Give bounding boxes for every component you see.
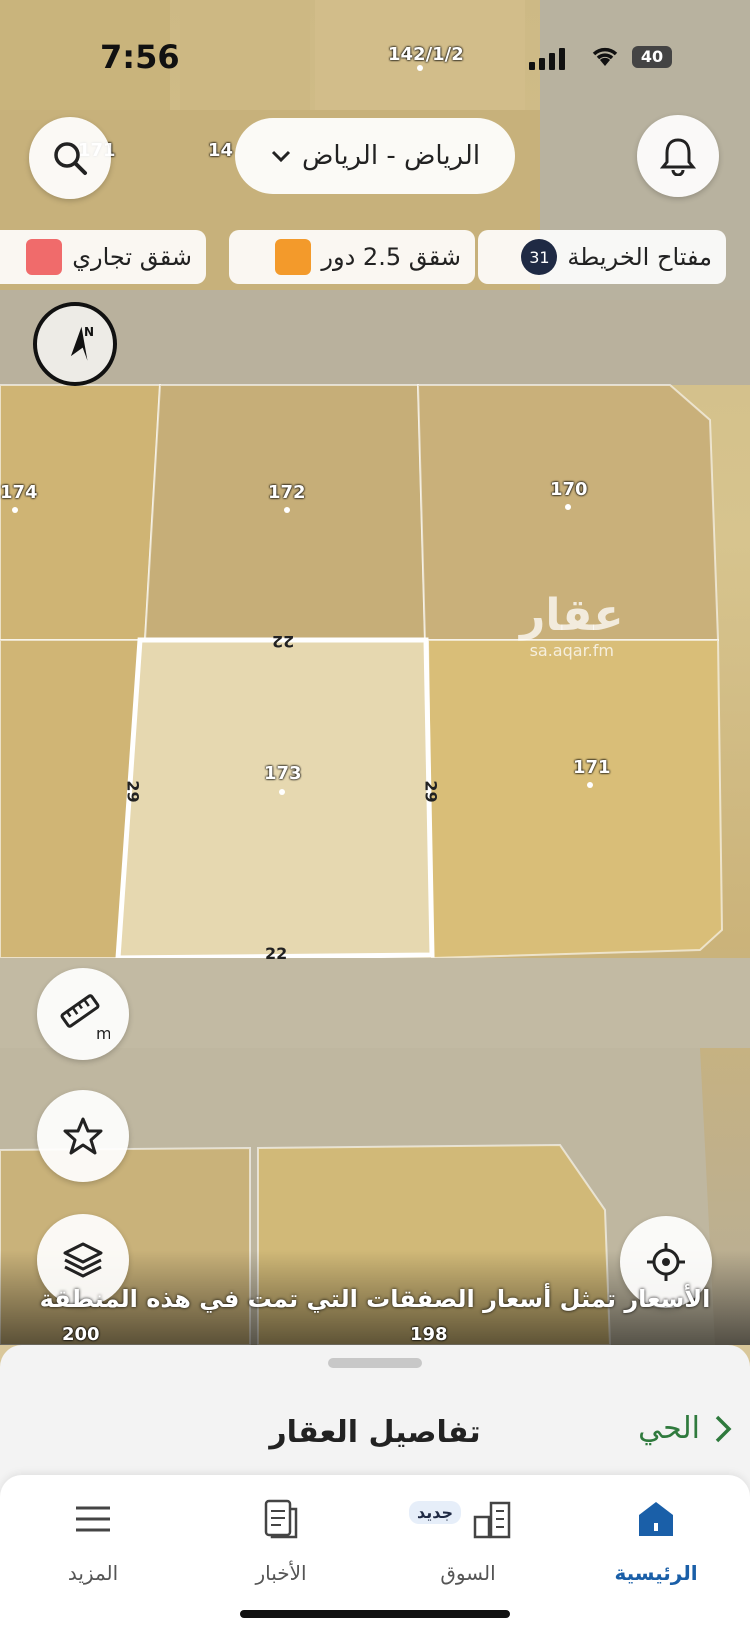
plot-label: 174 [0, 482, 38, 503]
news-icon [264, 1499, 298, 1539]
price-note: الأسعار تمثل أسعار الصفقات التي تمت في ه… [39, 1285, 711, 1313]
plot-label: 14 [208, 140, 234, 161]
legend-swatch [26, 239, 63, 275]
search-button[interactable] [29, 117, 111, 199]
plot-label: 171 [573, 757, 611, 778]
legend-label: شقق 2.5 دور [321, 243, 461, 271]
new-badge: جديد [409, 1501, 462, 1524]
notifications-button[interactable] [637, 115, 719, 197]
favorites-button[interactable] [37, 1090, 129, 1182]
dimension-top: 22 [272, 632, 295, 651]
chevron-down-icon [271, 150, 291, 163]
plot-dot [284, 507, 290, 513]
tab-label: السوق [440, 1561, 496, 1585]
selected-parcel[interactable] [115, 637, 435, 961]
ruler-icon: m [60, 994, 110, 1041]
plot-label: 170 [550, 479, 588, 500]
plot-label: 172 [268, 482, 306, 503]
measure-button[interactable]: m [37, 968, 129, 1060]
tab-market[interactable]: جديد السوق [393, 1497, 543, 1585]
parcel [426, 639, 724, 960]
status-bar: 7:56 40 [0, 0, 750, 110]
dimension-left: 29 [123, 780, 143, 803]
legend-apartments-2-5-floors[interactable]: شقق 2.5 دور [229, 230, 475, 284]
legend-swatch [275, 239, 312, 275]
plot-label: 198 [410, 1324, 448, 1345]
plot-dot [12, 507, 18, 513]
watermark: عقار sa.aqar.fm [520, 590, 624, 660]
legend-label: شقق تجاري [72, 243, 192, 271]
home-icon [639, 1502, 673, 1536]
bell-icon [660, 138, 696, 176]
legend-count: 31 [521, 239, 558, 275]
compass-letter: N [84, 325, 94, 339]
parcel [143, 384, 427, 641]
plot-label: 173 [264, 763, 302, 784]
tab-label: الأخبار [255, 1561, 307, 1585]
plot-label: 200 [62, 1324, 100, 1345]
sheet-grab-handle[interactable] [328, 1358, 422, 1368]
plot-dot [279, 789, 285, 795]
legend-map-key[interactable]: مفتاح الخريطة 31 [478, 230, 726, 284]
watermark-url: sa.aqar.fm [529, 641, 614, 660]
tab-bar: الرئيسية جديد السوق الأخبار المزيد [0, 1475, 750, 1630]
tab-label: المزيد [67, 1561, 119, 1585]
compass-icon: N [70, 325, 94, 361]
status-time: 7:56 [100, 38, 180, 76]
buildings-icon [473, 1501, 511, 1539]
tab-label: الرئيسية [614, 1561, 698, 1585]
legend-commercial-apartments[interactable]: شقق تجاري [0, 230, 206, 284]
signal-icon [529, 48, 565, 70]
crosshair-icon [647, 1243, 685, 1281]
district-link[interactable]: الحي [638, 1411, 732, 1446]
ruler-unit: m [96, 1024, 110, 1041]
legend-label: مفتاح الخريطة [567, 243, 712, 271]
plot-dot [565, 504, 571, 510]
search-icon [54, 142, 87, 175]
wifi-icon [590, 42, 620, 75]
home-indicator [240, 1610, 510, 1618]
parcel [0, 384, 162, 641]
city-selector[interactable]: الرياض - الرياض [235, 118, 515, 194]
menu-icon [76, 1506, 110, 1532]
tab-more[interactable]: المزيد [18, 1497, 168, 1585]
layers-icon [63, 1242, 103, 1278]
tab-home[interactable]: الرئيسية [581, 1497, 731, 1585]
dimension-right: 29 [421, 780, 441, 803]
plot-dot [587, 782, 593, 788]
compass-button[interactable]: N [33, 302, 117, 386]
tab-news[interactable]: الأخبار [206, 1497, 356, 1585]
star-icon [63, 1117, 103, 1155]
city-selector-label: الرياض - الرياض [301, 141, 481, 171]
watermark-text: عقار [520, 590, 624, 641]
battery-icon: 40 [632, 46, 672, 68]
chevron-right-icon [715, 1415, 732, 1442]
district-label: الحي [638, 1411, 700, 1446]
dimension-bottom: 22 [265, 944, 288, 963]
